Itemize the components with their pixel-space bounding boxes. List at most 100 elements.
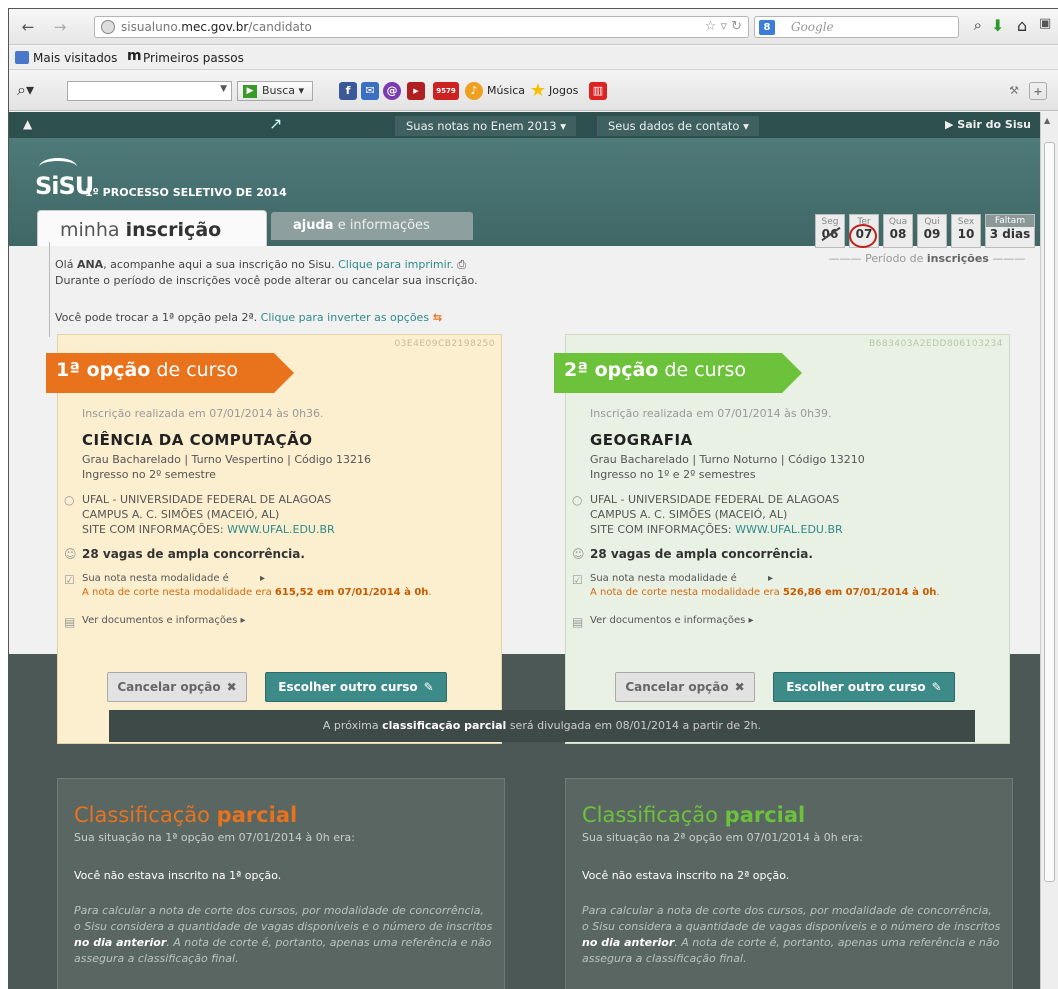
scroll-thumb[interactable] (1044, 142, 1055, 882)
classificacao-1-title: Classificação parcial (74, 803, 298, 827)
swap-arrows-icon[interactable]: ⇆ (429, 311, 442, 324)
periodo-label: ——— Período de inscrições ——— (828, 252, 1026, 265)
search-engine-icon[interactable]: 8 (759, 20, 775, 35)
tab-minha-inscricao[interactable]: minha inscrição (37, 210, 267, 260)
option-1-docs-link[interactable]: ▤ Ver documentos e informações ▸ (64, 615, 246, 629)
person-icon: ▲ (23, 117, 33, 131)
cal-day-seg: Seg06 (815, 214, 845, 248)
option-1-choose-button[interactable]: Escolher outro curso ✎ (265, 672, 447, 702)
option-1-code: 03E4E09CB2198250 (394, 339, 495, 349)
checklist-icon: ☑ (64, 573, 75, 587)
close-icon: ✖ (226, 680, 237, 694)
option-2-code: B683403A2EDD806103234 (869, 339, 1003, 349)
option-1-cancel-button[interactable]: Cancelar opção ✖ (107, 672, 247, 702)
toolbar-musica[interactable]: Música (487, 84, 525, 97)
intro-swap: Você pode trocar a 1ª opção pela 2ª. Cli… (55, 311, 443, 324)
people-icon: ☺ (572, 547, 585, 561)
forward-icon[interactable]: → (49, 17, 71, 37)
search-bar[interactable]: 8 Google ⌕ (754, 16, 982, 38)
facebook-icon[interactable]: f (339, 82, 357, 100)
orkut-icon[interactable]: @ (383, 82, 401, 100)
swap-link[interactable]: Clique para inverter as opções (261, 311, 429, 324)
proxima-classificacao: A próxima classificação parcial será div… (109, 710, 975, 742)
option-1-grau: Grau Bacharelado | Turno Vespertino | Có… (82, 453, 371, 466)
bookmarks-bar: Mais visitados m Primeiros passos (9, 46, 1058, 70)
classificacao-1-sub: Sua situação na 1ª opção em 07/01/2014 à… (74, 831, 355, 844)
cal-faltam: Faltam 3 dias (985, 214, 1035, 248)
search-icon[interactable]: ⌕ (974, 16, 982, 34)
option-2-choose-button[interactable]: Escolher outro curso ✎ (773, 672, 955, 702)
people-icon: ☺ (64, 547, 77, 561)
search-placeholder: Google (791, 20, 834, 34)
printer-icon[interactable]: ⎙ (457, 258, 466, 271)
cal-day-qua: Qua 08 (883, 214, 913, 248)
option-1-ingresso: Ingresso no 2º semestre (82, 468, 216, 481)
plus-icon[interactable]: + (1029, 82, 1047, 100)
back-icon[interactable]: ← (17, 17, 39, 37)
menu-notas-enem[interactable]: Suas notas no Enem 2013 ▾ (395, 116, 576, 136)
mail-icon[interactable]: ✉ (361, 82, 379, 100)
addon-toolbar: ⌕▾ ▼ ▶ Busca ▾ f ✉ @ ▶ 9579 ♪ Música ★ Jo… (9, 71, 1058, 111)
gift-icon[interactable]: ▥ (589, 82, 607, 100)
classificacao-2-panel: Classificação parcial Sua situação na 2ª… (565, 778, 1013, 989)
toolbar-search-input[interactable]: ▼ (67, 81, 232, 101)
option-1-vagas: ☺ 28 vagas de ampla concorrência. (64, 547, 305, 561)
page: ▲ ↗ Suas notas no Enem 2013 ▾ Seus dados… (9, 112, 1041, 989)
bookmark-mais-visitados[interactable]: Mais visitados (33, 51, 117, 65)
bookmark-folder-icon (15, 51, 29, 64)
browser-navbar: ← → sisualuno.mec.gov.br/candidato ☆ ▿ ↻… (9, 9, 1058, 45)
scroll-up-icon[interactable]: ▲ (1044, 116, 1050, 125)
page-scrollbar[interactable]: ▲ (1040, 112, 1058, 989)
bookmark-star-icon[interactable]: ☆ ▿ ↻ (705, 19, 742, 34)
option-2-site: SITE COM INFORMAÇÕES: WWW.UFAL.EDU.BR (590, 523, 843, 536)
close-icon: ✖ (734, 680, 745, 694)
option-2-site-link[interactable]: WWW.UFAL.EDU.BR (735, 523, 843, 536)
option-1-site-link[interactable]: WWW.UFAL.EDU.BR (227, 523, 335, 536)
processo-title: 1º PROCESSO SELETIVO DE 2014 (85, 186, 287, 199)
option-2-corte: A nota de corte nesta modalidade era 526… (590, 587, 940, 598)
music-icon[interactable]: ♪ (465, 82, 483, 100)
classificacao-2-title: Classificação parcial (582, 803, 806, 827)
toolbar-jogos[interactable]: Jogos (549, 84, 578, 97)
option-1-inscricao: Inscrição realizada em 07/01/2014 às 0h3… (82, 407, 324, 420)
url-text: sisualuno.mec.gov.br/candidato (121, 20, 312, 34)
star-icon[interactable]: ★ (529, 82, 547, 100)
mozilla-icon: m (127, 48, 142, 64)
option-2-docs-link[interactable]: ▤ Ver documentos e informações ▸ (572, 615, 754, 629)
rocket-icon[interactable]: ↗ (269, 114, 282, 133)
option-1-corte: A nota de corte nesta modalidade era 615… (82, 587, 432, 598)
location-icon: ○ (572, 493, 583, 507)
option-2-nota[interactable]: ☑ Sua nota nesta modalidade é ▸ (572, 573, 773, 587)
document-icon: ▤ (572, 615, 584, 629)
toolbar-busca-button[interactable]: ▶ Busca ▾ (237, 81, 313, 101)
toolbar-search-icon[interactable]: ⌕▾ (17, 80, 34, 100)
cal-day-qui: Qui 09 (917, 214, 947, 248)
globe-icon (101, 20, 115, 34)
edit-icon: ✎ (931, 680, 942, 694)
cal-day-sex: Sex 10 (951, 214, 981, 248)
option-2-course: GEOGRAFIA (590, 431, 693, 449)
menu-icon[interactable]: ▣ (1039, 16, 1051, 31)
url-bar[interactable]: sisualuno.mec.gov.br/candidato ☆ ▿ ↻ (94, 16, 749, 38)
option-1-campus: CAMPUS A. C. SIMÕES (MACEIÓ, AL) (82, 508, 280, 521)
option-2-inscricao: Inscrição realizada em 07/01/2014 às 0h3… (590, 407, 832, 420)
option-1-course: CIÊNCIA DA COMPUTAÇÃO (82, 431, 313, 449)
option-1-site: SITE COM INFORMAÇÕES: WWW.UFAL.EDU.BR (82, 523, 335, 536)
download-icon[interactable]: ⬇ (991, 16, 1004, 35)
classificacao-1-status: Você não estava inscrito na 1ª opção. (74, 869, 282, 882)
option-1-nota[interactable]: ☑ Sua nota nesta modalidade é ▸ (64, 573, 265, 587)
home-icon[interactable]: ⌂ (1017, 16, 1027, 35)
tab-ajuda[interactable]: ajuda e informações (271, 212, 473, 240)
print-link[interactable]: Clique para imprimir. (338, 258, 454, 271)
video-icon[interactable]: ▶ (407, 82, 425, 100)
sair-link[interactable]: ▶ Sair do Sisu (945, 118, 1031, 131)
wrench-icon[interactable]: ⚒ (1005, 82, 1023, 100)
menu-dados-contato[interactable]: Seus dados de contato ▾ (597, 116, 759, 136)
bookmark-primeiros-passos[interactable]: Primeiros passos (143, 51, 244, 65)
option-2-cancel-button[interactable]: Cancelar opção ✖ (615, 672, 755, 702)
classificacao-1-panel: Classificação parcial Sua situação na 1ª… (57, 778, 505, 989)
counter-icon[interactable]: 9579 (433, 82, 459, 100)
classificacao-2-sub: Sua situação na 2ª opção em 07/01/2014 à… (582, 831, 863, 844)
intro-hello: Olá ANA, acompanhe aqui a sua inscrição … (55, 258, 467, 271)
sisu-topbar: ▲ ↗ Suas notas no Enem 2013 ▾ Seus dados… (9, 112, 1041, 138)
